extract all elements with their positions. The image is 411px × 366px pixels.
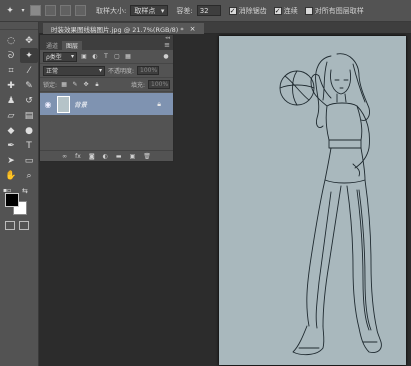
brush-tool-icon[interactable]: ✎ [20,78,38,93]
blend-mode-select[interactable]: 正常 ▾ [43,65,105,76]
sample-all-layers-checkbox[interactable]: 对所有图层取样 [304,6,364,16]
blend-row: 正常 ▾ 不透明度: 100% [40,64,173,78]
tool-preset-dropdown-icon[interactable]: ▾ [20,5,26,17]
contiguous-checkbox[interactable]: ✓ 连续 [273,6,298,16]
document-tab[interactable]: 时装效果图线稿图片.jpg @ 21.7%(RGB/8) * × [43,23,204,34]
quick-mask-icon[interactable] [5,221,15,230]
type-tool-icon[interactable]: T [20,138,38,153]
tools-panel: ◌ ✥ ᘐ ✦ ⌗ ⁄ ✚ ✎ ♟ ↺ ▱ ▤ ◆ ● ✒ T ➤ ▭ ✋ ⌕ … [0,22,39,366]
chevron-down-icon: ▾ [70,53,74,60]
checkbox-empty-icon [304,6,313,15]
blur-tool-icon[interactable]: ◆ [2,123,20,138]
kind-filter-value: ρ类型 [46,54,62,61]
layers-footer: ∞ fx ◙ ◐ ▬ ▣ 🗑︎ [40,150,173,161]
lock-transparent-icon[interactable]: ▦ [60,81,68,89]
lock-icon: 🔒︎ [157,99,161,108]
mask-icon[interactable]: ◙ [89,153,95,160]
link-icon[interactable]: ∞ [62,153,67,160]
fill-label: 填充: [130,82,145,89]
checkmark-icon: ✓ [273,6,282,15]
lock-image-icon[interactable]: ✎ [71,81,79,89]
magic-wand-tool-icon[interactable]: ✦ [4,5,16,17]
close-icon[interactable]: × [190,25,196,33]
add-to-selection-button[interactable] [45,5,56,16]
eraser-tool-icon[interactable]: ▱ [2,108,20,123]
opacity-input[interactable]: 100% [137,66,160,75]
swap-colors-icon[interactable]: ⇆ [22,187,28,195]
zoom-tool-icon[interactable]: ⌕ [20,168,38,183]
document-title: 时装效果图线稿图片.jpg @ 21.7%(RGB/8) * [51,25,184,34]
fill-input[interactable]: 100% [148,80,170,89]
new-layer-icon[interactable]: ▣ [130,153,136,160]
hand-tool-icon[interactable]: ✋ [2,168,20,183]
tolerance-input[interactable]: 32 [196,5,221,16]
dodge-tool-icon[interactable]: ● [20,123,38,138]
chevron-down-icon: ▾ [160,6,165,15]
layer-row[interactable]: ◉ 背景 🔒︎ [40,93,173,115]
marquee-tool-icon[interactable]: ◌ [2,33,20,48]
pen-tool-icon[interactable]: ✒ [2,138,20,153]
path-selection-tool-icon[interactable]: ➤ [2,153,20,168]
chevron-down-icon: ▾ [98,67,102,74]
adjustment-filter-icon[interactable]: ◐ [91,53,99,61]
kind-filter-select[interactable]: ρ类型 ▾ [43,51,77,62]
opacity-label: 不透明度: [108,68,135,75]
tolerance-label: 容差: [176,6,193,15]
blend-mode-value: 正常 [46,68,59,75]
sample-size-value: 取样点 [134,6,156,15]
lock-all-icon[interactable]: 🔒︎ [93,81,101,89]
sample-size-label: 取样大小: [96,6,127,15]
checkmark-icon: ✓ [228,6,237,15]
fx-icon[interactable]: fx [75,153,81,160]
panel-tabs: 通道 图层 ≡ [40,40,173,50]
healing-brush-tool-icon[interactable]: ✚ [2,78,20,93]
smart-object-filter-icon[interactable]: ▦ [124,53,132,61]
shape-tool-icon[interactable]: ▭ [20,153,38,168]
subtract-from-selection-button[interactable] [60,5,71,16]
layer-name[interactable]: 背景 [74,99,153,109]
options-bar: ✦ ▾ 取样大小: 取样点 ▾ 容差: 32 ✓ 消除锯齿 ✓ 连续 对所有图层… [0,0,411,22]
new-selection-button[interactable] [30,5,41,16]
adjustment-layer-icon[interactable]: ◐ [103,153,108,160]
clone-stamp-tool-icon[interactable]: ♟ [2,93,20,108]
sample-size-select[interactable]: 取样点 ▾ [130,5,169,16]
document-canvas[interactable] [219,36,406,365]
lock-label: 锁定: [43,82,58,89]
antialias-label: 消除锯齿 [238,6,267,15]
intersect-selection-button[interactable] [75,5,86,16]
color-swatches: ▪▫ ⇆ [0,187,38,217]
foreground-color-swatch[interactable] [5,193,19,207]
lock-row: 锁定: ▦ ✎ ✥ 🔒︎ 填充: 100% [40,78,173,92]
document-tab-bar: 时装效果图线稿图片.jpg @ 21.7%(RGB/8) * × [39,22,411,34]
tab-channels[interactable]: 通道 [42,41,62,50]
layer-thumbnail [57,95,70,113]
gradient-tool-icon[interactable]: ▤ [20,108,38,123]
fashion-sketch-illustration [279,53,382,356]
magic-wand-tool-icon[interactable]: ✦ [20,48,38,63]
lasso-tool-icon[interactable]: ᘐ [2,48,20,63]
toolbar-grip[interactable] [0,22,38,30]
panel-menu-icon[interactable]: ≡ [164,41,170,49]
group-folder-icon[interactable]: ▬ [116,153,122,160]
layers-panel: ◂◂ 通道 图层 ≡ ρ类型 ▾ ▣ ◐ T ▢ ▦ ● 正常 ▾ 不透明度: … [39,34,174,162]
screen-mode-icon[interactable] [19,221,29,230]
history-brush-tool-icon[interactable]: ↺ [20,93,38,108]
trash-icon[interactable]: 🗑︎ [143,153,151,160]
tab-layers[interactable]: 图层 [62,41,83,50]
pixel-filter-icon[interactable]: ▣ [80,53,88,61]
antialias-checkbox[interactable]: ✓ 消除锯齿 [228,6,267,16]
layer-filter-row: ρ类型 ▾ ▣ ◐ T ▢ ▦ ● [40,50,173,64]
sample-all-layers-label: 对所有图层取样 [314,6,364,15]
eye-icon[interactable]: ◉ [43,100,53,109]
lock-position-icon[interactable]: ✥ [82,81,90,89]
type-filter-icon[interactable]: T [102,53,110,61]
shape-filter-icon[interactable]: ▢ [113,53,121,61]
contiguous-label: 连续 [283,6,298,15]
crop-tool-icon[interactable]: ⌗ [2,63,20,78]
eyedropper-tool-icon[interactable]: ⁄ [20,63,38,78]
filter-toggle-icon[interactable]: ● [162,53,170,61]
move-tool-icon[interactable]: ✥ [20,33,38,48]
